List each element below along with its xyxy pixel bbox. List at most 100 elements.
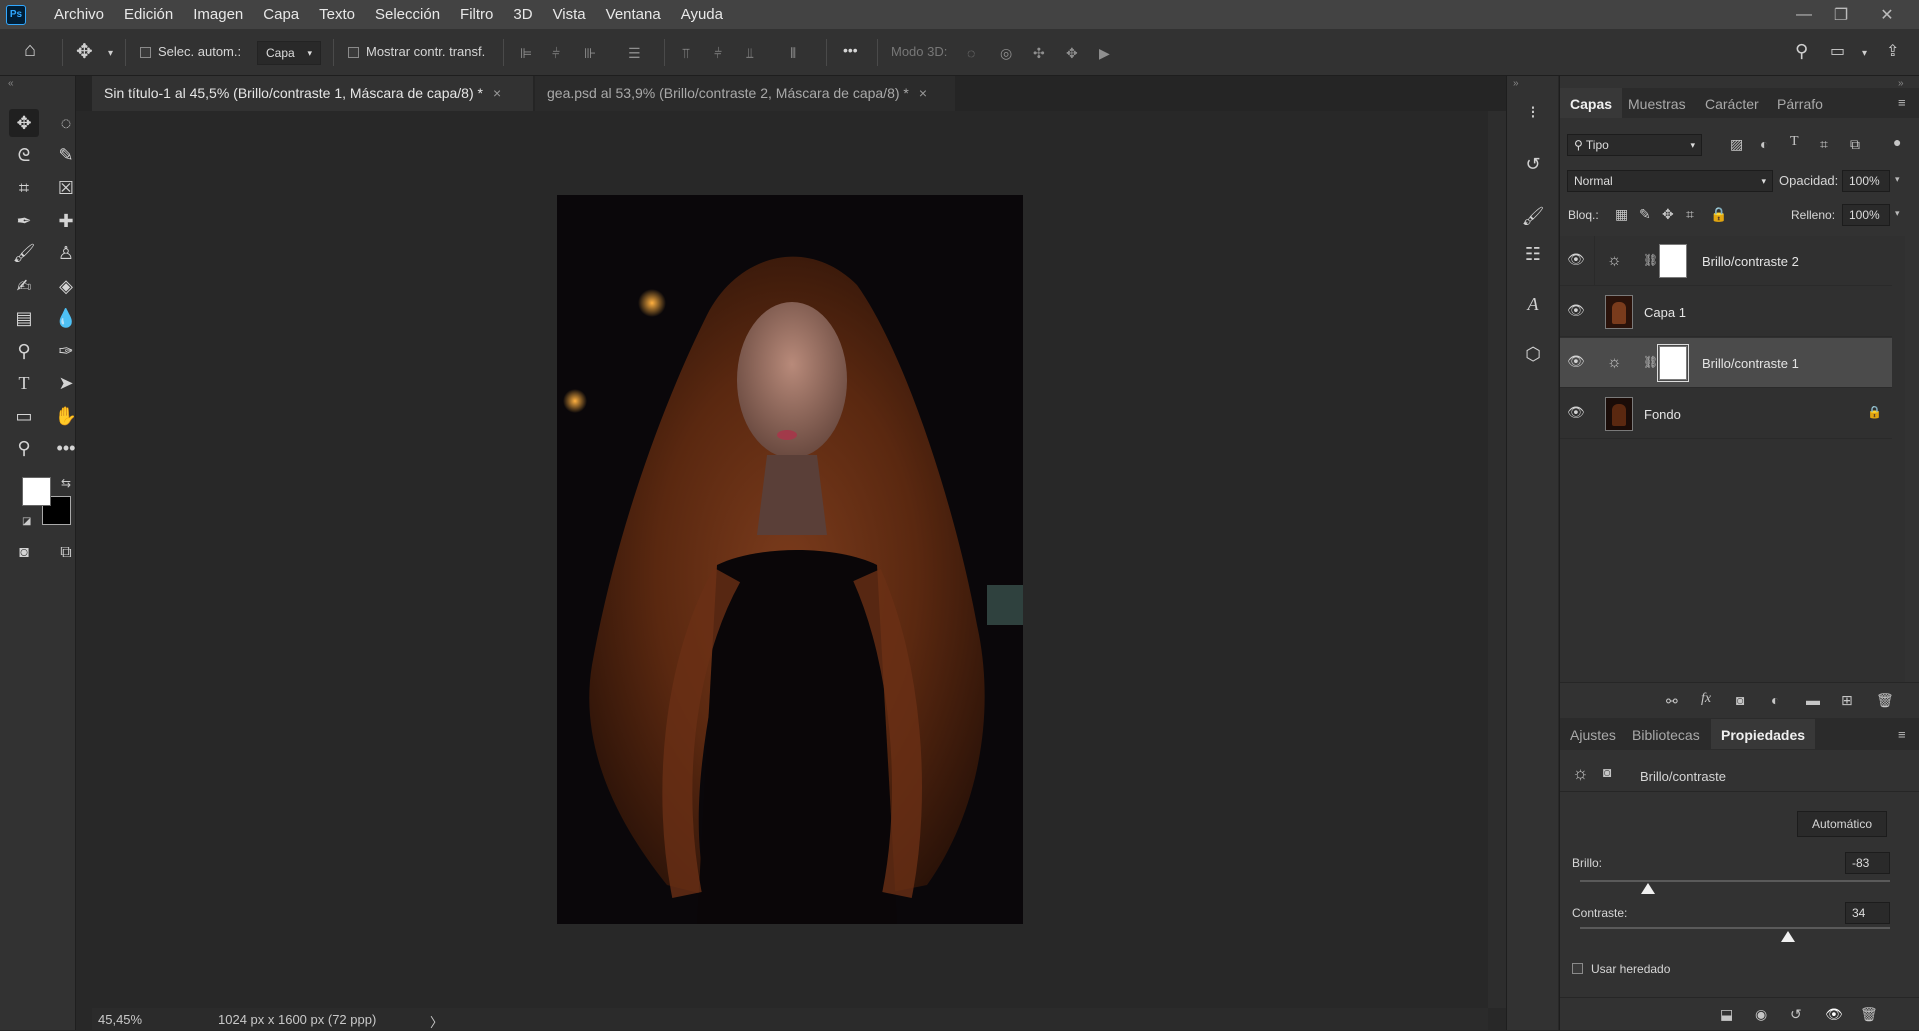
glyphs-icon[interactable]: A (1519, 290, 1547, 318)
chevron-down-icon[interactable]: ▾ (1895, 174, 1900, 185)
fill-input[interactable]: 100% (1842, 204, 1890, 226)
share-icon[interactable]: ⇪ (1886, 41, 1899, 61)
tab-document-1[interactable]: Sin título-1 al 45,5% (Brillo/contraste … (92, 76, 533, 111)
3d-cube-icon[interactable]: ⬡ (1519, 340, 1547, 368)
auto-button[interactable]: Automático (1797, 811, 1887, 837)
lock-transparent-icon[interactable]: ▦ (1615, 206, 1628, 223)
move-tool-icon[interactable]: ✥ (76, 39, 93, 64)
quick-select-tool-icon[interactable]: ✎ (51, 141, 81, 169)
tab-caracter[interactable]: Carácter (1695, 88, 1769, 118)
filter-adjustment-icon[interactable]: ◐ (1760, 136, 1768, 152)
contrast-slider-knob[interactable] (1780, 931, 1795, 942)
minimize-icon[interactable]: — (1787, 0, 1821, 29)
home-icon[interactable]: ⌂ (24, 39, 36, 62)
menu-edicion[interactable]: Edición (114, 0, 183, 29)
distribute-horizontal-icon[interactable]: ⦀ (790, 45, 806, 61)
contrast-slider-track[interactable] (1580, 927, 1890, 929)
layer-fondo[interactable]: 👁 Fondo 🔒 (1560, 389, 1892, 439)
delete-layer-icon[interactable]: 🗑 (1876, 692, 1894, 709)
use-legacy-checkbox[interactable] (1572, 963, 1583, 974)
history-icon[interactable]: ↺ (1519, 150, 1547, 178)
align-right-icon[interactable]: ⊪ (584, 45, 600, 61)
menu-ayuda[interactable]: Ayuda (671, 0, 733, 29)
orbit-3d-icon[interactable]: ◌ (967, 45, 983, 61)
brightness-input[interactable]: -83 (1845, 852, 1890, 874)
eye-icon[interactable]: 👁 (1567, 251, 1585, 269)
zoom-level[interactable]: 45,45% (98, 1012, 142, 1027)
slide-3d-icon[interactable]: ✥ (1066, 45, 1082, 61)
tab-propiedades[interactable]: Propiedades (1711, 719, 1816, 749)
align-vcenter-icon[interactable]: ⫩ (714, 45, 730, 61)
lock-position-icon[interactable]: ✥ (1662, 206, 1674, 223)
collapse-icon[interactable]: « (8, 78, 14, 89)
panel-menu-icon[interactable]: ≡ (1898, 95, 1906, 110)
status-arrow-icon[interactable]: 〉 (430, 1012, 443, 1031)
hand-tool-icon[interactable]: ✋ (51, 402, 81, 430)
restore-icon[interactable]: ❐ (1824, 0, 1858, 29)
brightness-slider-track[interactable] (1580, 880, 1890, 882)
brush-tool-icon[interactable]: 🖌 (9, 239, 39, 267)
tab-ajustes[interactable]: Ajustes (1560, 719, 1626, 749)
chevron-down-icon[interactable]: ▾ (1862, 48, 1867, 59)
align-top-icon[interactable]: ⫪ (682, 45, 698, 61)
quick-mask-icon[interactable]: ◙ (9, 539, 39, 567)
clip-to-layer-icon[interactable]: ⬓ (1720, 1006, 1733, 1023)
layer-image-thumbnail[interactable] (1605, 295, 1633, 329)
filter-type-icon[interactable]: T (1790, 134, 1799, 150)
tab-muestras[interactable]: Muestras (1618, 88, 1696, 118)
lock-artboard-icon[interactable]: ⌗ (1686, 206, 1694, 223)
show-transform-checkbox[interactable] (348, 47, 359, 58)
search-icon[interactable]: ⚲ (1795, 41, 1808, 62)
close-window-icon[interactable]: ✕ (1870, 0, 1904, 29)
history-brush-tool-icon[interactable]: ✍ (9, 272, 39, 300)
crop-tool-icon[interactable]: ⌗ (9, 174, 39, 202)
pan-3d-icon[interactable]: ✣ (1033, 45, 1049, 61)
delete-adjustment-icon[interactable]: 🗑 (1860, 1006, 1878, 1023)
screen-mode-icon[interactable]: ⧉ (51, 539, 81, 567)
document-canvas[interactable] (557, 195, 1023, 924)
blur-tool-icon[interactable]: 💧 (51, 304, 81, 332)
more-options-icon[interactable]: ••• (843, 42, 858, 58)
eye-icon[interactable]: 👁 (1567, 302, 1585, 320)
layer-mask-thumbnail[interactable] (1657, 344, 1689, 382)
layer-name[interactable]: Brillo/contraste 1 (1702, 356, 1799, 371)
panel-menu-icon[interactable]: ≡ (1898, 727, 1906, 742)
filter-toggle-icon[interactable]: ● (1893, 134, 1901, 150)
eyedropper-tool-icon[interactable]: ✒ (9, 207, 39, 235)
type-tool-icon[interactable]: T (9, 369, 39, 397)
adjust-sliders-icon[interactable]: ☷ (1519, 240, 1547, 268)
menu-ventana[interactable]: Ventana (596, 0, 671, 29)
close-tab-icon[interactable]: × (493, 85, 501, 101)
collapse-icon[interactable]: » (1513, 78, 1519, 89)
filter-smart-object-icon[interactable]: ⧉ (1850, 136, 1860, 153)
mask-icon[interactable]: ◙ (1603, 764, 1611, 780)
eye-icon[interactable]: 👁 (1567, 404, 1585, 422)
more-tools-icon[interactable]: ••• (51, 434, 81, 462)
fx-icon[interactable]: fx (1701, 691, 1711, 707)
marquee-tool-icon[interactable]: ◌ (51, 109, 81, 137)
path-select-tool-icon[interactable]: ➤ (51, 369, 81, 397)
pen-tool-icon[interactable]: ✑ (51, 337, 81, 365)
contrast-input[interactable]: 34 (1845, 902, 1890, 924)
tab-parrafo[interactable]: Párrafo (1767, 88, 1833, 118)
layer-name[interactable]: Fondo (1644, 407, 1681, 422)
layer-name[interactable]: Capa 1 (1644, 305, 1686, 320)
rectangle-tool-icon[interactable]: ▭ (9, 402, 39, 430)
opacity-input[interactable]: 100% (1842, 170, 1890, 192)
toggle-visibility-icon[interactable]: 👁 (1825, 1006, 1843, 1023)
eraser-tool-icon[interactable]: ◈ (51, 272, 81, 300)
add-mask-icon[interactable]: ◙ (1736, 692, 1744, 708)
layer-name[interactable]: Brillo/contraste 2 (1702, 254, 1799, 269)
filter-shape-icon[interactable]: ⌗ (1820, 136, 1828, 153)
auto-select-dropdown[interactable]: Capa ▾ (257, 41, 321, 65)
layer-capa-1[interactable]: 👁 Capa 1 (1560, 287, 1892, 337)
roll-3d-icon[interactable]: ◎ (1000, 45, 1016, 61)
align-hcenter-icon[interactable]: ⫩ (552, 45, 568, 61)
filter-pixel-icon[interactable]: ▨ (1730, 136, 1743, 153)
menu-vista[interactable]: Vista (543, 0, 596, 29)
tab-capas[interactable]: Capas (1560, 88, 1623, 118)
reset-icon[interactable]: ↺ (1790, 1006, 1802, 1023)
close-tab-icon[interactable]: × (919, 85, 927, 101)
swap-colors-icon[interactable]: ⇆ (61, 476, 71, 490)
auto-select-checkbox[interactable] (140, 47, 151, 58)
